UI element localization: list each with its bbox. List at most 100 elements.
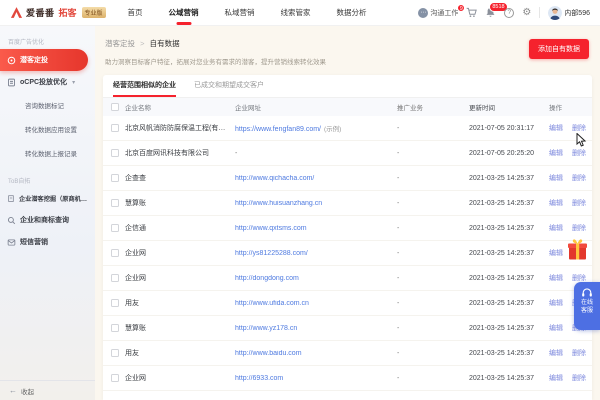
sidebar-item-sms-marketing[interactable]: 短信营销 bbox=[0, 231, 95, 253]
edit-link[interactable]: 编辑 bbox=[549, 323, 563, 333]
breadcrumb-parent[interactable]: 潜客定投 bbox=[105, 39, 135, 48]
edit-link[interactable]: 编辑 bbox=[549, 198, 563, 208]
edit-link[interactable]: 编辑 bbox=[549, 148, 563, 158]
company-url-link[interactable]: https://www.fengfan89.com/ bbox=[235, 126, 321, 133]
delete-link[interactable]: 删除 bbox=[572, 223, 586, 233]
sidebar-item-ocpc-optimization[interactable]: oCPC投放优化 ▾ bbox=[0, 71, 95, 93]
edit-link[interactable]: 编辑 bbox=[549, 173, 563, 183]
chat-icon: ⋯ bbox=[418, 8, 428, 18]
column-company-url: 企业网址 bbox=[235, 102, 397, 112]
company-url-link[interactable]: http://www.ufida.com.cn bbox=[235, 300, 309, 307]
company-url-link[interactable]: http://ys81225288.com/ bbox=[235, 250, 308, 257]
company-url-link[interactable]: http://www.baidu.com bbox=[235, 350, 302, 357]
update-time-value: 2021-03-25 14:25:37 bbox=[469, 250, 549, 257]
company-url-link[interactable]: - bbox=[235, 150, 237, 157]
row-checkbox[interactable] bbox=[111, 124, 119, 132]
menu-item-private-marketing[interactable]: 私域营销 bbox=[225, 0, 255, 26]
update-time-value: 2021-03-25 14:25:37 bbox=[469, 225, 549, 232]
row-checkbox[interactable] bbox=[111, 224, 119, 232]
online-service-widget[interactable]: 在线客服 bbox=[574, 282, 600, 330]
sidebar-subitem-conversion-data-report-log[interactable]: 转化数据上报记录 bbox=[0, 141, 95, 165]
brand-product: 拓客 bbox=[59, 6, 77, 19]
add-own-data-button[interactable]: 添加自有数据 bbox=[529, 39, 589, 59]
company-name: 用友 bbox=[125, 298, 235, 308]
company-url-link[interactable]: http://6933.com bbox=[235, 375, 283, 382]
page-description: 助力洞察目标客户特征，拓展对您业务有需求的潜客，提升营销线索转化效果 bbox=[105, 56, 590, 66]
sidebar-subitem-consult-data-mark[interactable]: 咨询数据标记 bbox=[0, 93, 95, 117]
sidebar-collapse-button[interactable]: ← 收起 bbox=[0, 380, 95, 400]
menu-item-lead-manager[interactable]: 线索管家 bbox=[281, 0, 311, 26]
company-url-link[interactable]: http://www.qichacha.com/ bbox=[235, 175, 314, 182]
sidebar-subitem-conversion-data-settings[interactable]: 转化数据应用设置 bbox=[0, 117, 95, 141]
delete-link[interactable]: 删除 bbox=[572, 123, 586, 133]
user-menu[interactable]: 内部596 bbox=[548, 6, 590, 20]
row-checkbox[interactable] bbox=[111, 299, 119, 307]
row-checkbox[interactable] bbox=[111, 374, 119, 382]
edit-link[interactable]: 编辑 bbox=[549, 248, 563, 258]
cart-button[interactable] bbox=[466, 7, 477, 18]
table-row: 慧算账http://www.yz178.cn-2021-03-25 14:25:… bbox=[103, 316, 592, 341]
menu-item-data-analysis[interactable]: 数据分析 bbox=[337, 0, 367, 26]
edit-link[interactable]: 编辑 bbox=[549, 298, 563, 308]
tab-similar-business-scope[interactable]: 经营范围相似的企业 bbox=[113, 75, 176, 97]
cart-icon bbox=[466, 7, 477, 18]
sidebar-item-company-trademark-search[interactable]: 企业和商标查询 bbox=[0, 209, 95, 231]
column-promo-business: 推广业务 bbox=[397, 102, 469, 112]
table-row: 企业网http://6933.com-2021-03-25 14:25:37编辑… bbox=[103, 366, 592, 391]
chevron-down-icon: ▾ bbox=[72, 79, 75, 86]
table-row: 企查查http://www.qichacha.com/-2021-03-25 1… bbox=[103, 166, 592, 191]
username: 内部596 bbox=[564, 8, 590, 18]
delete-link[interactable]: 删除 bbox=[572, 373, 586, 383]
sidebar-section-baidu-ads: 百度广告优化 bbox=[0, 32, 95, 49]
gift-promo-button[interactable] bbox=[566, 237, 589, 266]
update-time-value: 2021-07-05 20:31:17 bbox=[469, 125, 549, 132]
update-time-value: 2021-03-25 14:25:37 bbox=[469, 375, 549, 382]
company-url-link[interactable]: http://www.qxtsms.com bbox=[235, 225, 307, 232]
select-all-checkbox[interactable] bbox=[111, 103, 119, 111]
row-checkbox[interactable] bbox=[111, 199, 119, 207]
row-checkbox[interactable] bbox=[111, 324, 119, 332]
brand-name: 爱番番 bbox=[26, 6, 55, 19]
company-url-link[interactable]: http://www.huisuanzhang.cn bbox=[235, 200, 322, 207]
row-checkbox[interactable] bbox=[111, 174, 119, 182]
gear-icon: ⚙ bbox=[522, 8, 531, 18]
tab-closed-and-expected-customers[interactable]: 已成交和期望成交客户 bbox=[194, 75, 264, 97]
company-name: 企信通 bbox=[125, 223, 235, 233]
workbench-button[interactable]: ⋯ 沟通工作 9 bbox=[418, 8, 458, 18]
edit-link[interactable]: 编辑 bbox=[549, 348, 563, 358]
menu-item-home[interactable]: 首页 bbox=[128, 0, 143, 26]
promo-business-value: - bbox=[397, 350, 469, 357]
gift-icon bbox=[566, 237, 589, 261]
company-name: 北京风帆消防防腐保温工程(有限公司 bbox=[125, 123, 235, 133]
avatar bbox=[548, 6, 562, 20]
sidebar-item-prospect-targeting[interactable]: 潜客定投 bbox=[0, 49, 88, 71]
row-checkbox[interactable] bbox=[111, 249, 119, 257]
edit-link[interactable]: 编辑 bbox=[549, 123, 563, 133]
notifications-button[interactable]: 8518 bbox=[485, 7, 496, 18]
menu-item-public-marketing[interactable]: 公域营销 bbox=[169, 0, 199, 26]
delete-link[interactable]: 删除 bbox=[572, 173, 586, 183]
app-logo[interactable]: 爱番番 拓客 专业版 bbox=[10, 6, 106, 19]
edit-link[interactable]: 编辑 bbox=[549, 373, 563, 383]
row-checkbox[interactable] bbox=[111, 349, 119, 357]
edit-link[interactable]: 编辑 bbox=[549, 273, 563, 283]
sidebar-item-enterprise-prospect-mining[interactable]: 企业潜客挖掘（原商机发现） bbox=[0, 188, 95, 209]
row-checkbox[interactable] bbox=[111, 274, 119, 282]
update-time-value: 2021-03-25 14:25:37 bbox=[469, 325, 549, 332]
row-checkbox[interactable] bbox=[111, 149, 119, 157]
promo-business-value: - bbox=[397, 300, 469, 307]
company-url-link[interactable]: http://www.yz178.cn bbox=[235, 325, 297, 332]
delete-link[interactable]: 删除 bbox=[572, 198, 586, 208]
breadcrumb-separator: > bbox=[140, 39, 144, 48]
page-header: 潜客定投 > 自有数据 助力洞察目标客户特征，拓展对您业务有需求的潜客，提升营销… bbox=[95, 26, 600, 66]
company-name: 企业网 bbox=[125, 248, 235, 258]
delete-link[interactable]: 删除 bbox=[572, 148, 586, 158]
company-url-link[interactable]: http://dongdong.com bbox=[235, 275, 299, 282]
help-button[interactable]: ? bbox=[504, 8, 514, 18]
pro-version-badge: 专业版 bbox=[82, 7, 106, 18]
settings-button[interactable]: ⚙ bbox=[522, 8, 531, 18]
company-name: 北京百度网讯科技有限公司 bbox=[125, 148, 235, 158]
edit-link[interactable]: 编辑 bbox=[549, 223, 563, 233]
delete-link[interactable]: 删除 bbox=[572, 348, 586, 358]
workbench-label: 沟通工作 bbox=[430, 8, 458, 18]
